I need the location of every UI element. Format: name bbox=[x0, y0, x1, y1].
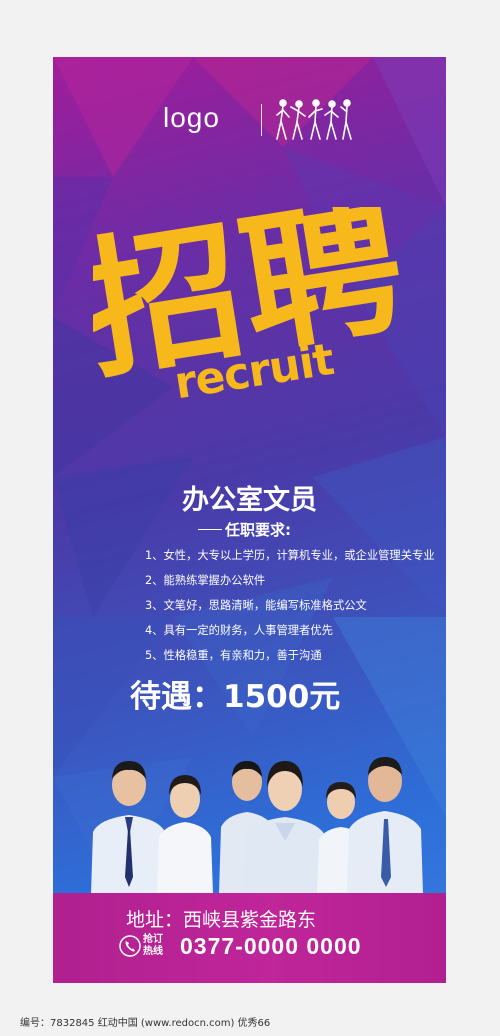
requirements-heading: 任职要求: bbox=[225, 521, 291, 539]
address-text: 地址：西峡县紫金路东 bbox=[126, 909, 317, 931]
requirement-item: 5、性格稳重，有亲和力，善于沟通 bbox=[145, 649, 322, 662]
requirement-item: 4、具有一定的财务，人事管理者优先 bbox=[145, 624, 333, 637]
phone-number: 0377-0000 0000 bbox=[180, 933, 362, 959]
salary: 待遇：1500元 bbox=[130, 679, 341, 715]
logo-divider bbox=[261, 104, 262, 136]
requirement-item: 1、女性，大专以上学历，计算机专业，或企业管理关专业 bbox=[145, 549, 435, 562]
staff-group-photo bbox=[91, 757, 423, 894]
requirement-item: 2、能熟练掌握办公软件 bbox=[145, 574, 266, 587]
job-title: 办公室文员 bbox=[182, 485, 317, 516]
hotline-label: 抢订热线 bbox=[143, 934, 163, 957]
recruitment-poster: logo 招聘 recruit 办公室文员 任职要求: 1、女性，大专以上学历，… bbox=[53, 57, 446, 983]
contact-footer: 地址：西峡县紫金路东 抢订热线 0377-0000 0000 bbox=[53, 893, 446, 983]
watermark-caption: 编号：7832845 红动中国 (www.redocn.com) 优秀66 bbox=[20, 1018, 271, 1029]
title-zhaopin: 招聘 bbox=[93, 207, 415, 401]
logo-text: logo bbox=[163, 102, 220, 133]
heading-dash bbox=[198, 529, 222, 530]
requirement-item: 3、文笔好，思路清晰，能编写标准格式公文 bbox=[145, 599, 367, 612]
requirements-list: 1、女性，大专以上学历，计算机专业，或企业管理关专业 2、能熟练掌握办公软件 3… bbox=[145, 547, 435, 672]
dancers-logo-icon bbox=[276, 99, 352, 140]
phone-icon bbox=[119, 935, 141, 957]
